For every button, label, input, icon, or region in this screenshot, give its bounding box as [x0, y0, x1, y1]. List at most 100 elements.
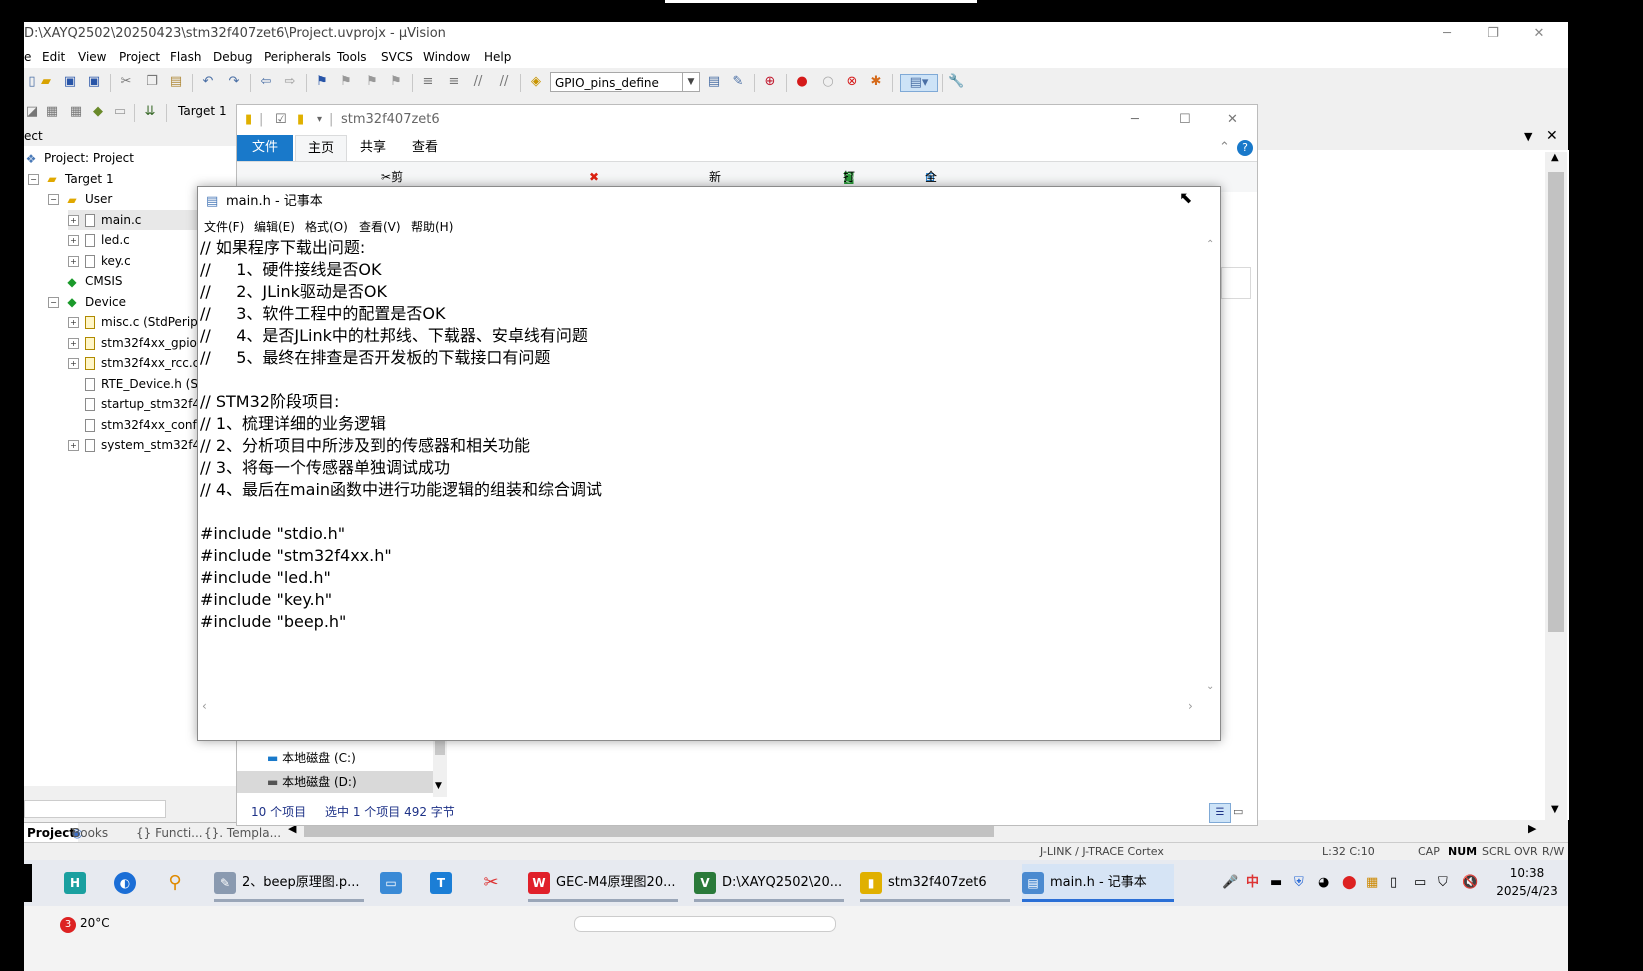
- taskbar-item-wps[interactable]: W GEC-M4原理图20...: [528, 864, 678, 902]
- cut-icon[interactable]: ✂: [118, 74, 134, 90]
- expand-icon[interactable]: +: [68, 440, 79, 451]
- tree-item[interactable]: + stm32f4xx_rcc.c: [68, 353, 199, 373]
- expand-icon[interactable]: +: [68, 214, 79, 226]
- tab-home[interactable]: 主页: [295, 135, 347, 161]
- notepad-text-area[interactable]: // 如果程序下载出问题: // 1、硬件接线是否OK // 2、JLink驱动是否…: [200, 237, 1202, 699]
- indent-icon[interactable]: ≡: [420, 74, 436, 90]
- collapse-icon[interactable]: −: [28, 173, 39, 185]
- tree-item[interactable]: + led.c: [68, 230, 130, 250]
- hscroll-thumb[interactable]: [304, 825, 994, 837]
- configure-icon[interactable]: 🔧: [948, 74, 964, 90]
- tree-item[interactable]: stm32f4xx_conf.: [68, 415, 200, 435]
- save-all-icon[interactable]: ▣: [86, 74, 102, 90]
- tray-icon-1[interactable]: ▬: [1270, 860, 1282, 906]
- close-button[interactable]: ✕: [1516, 22, 1562, 46]
- find-icon[interactable]: ▤: [706, 74, 722, 90]
- properties-icon[interactable]: ☑: [275, 105, 287, 135]
- menu-edit[interactable]: Edit: [42, 46, 65, 68]
- weather-widget[interactable]: 3 20°C: [60, 916, 110, 933]
- menu-file[interactable]: e: [24, 46, 31, 68]
- nav-drive-d[interactable]: ▬ 本地磁盘 (D:): [237, 771, 433, 793]
- taskbar-pin-6[interactable]: ✂: [480, 864, 508, 902]
- chevron-down-icon[interactable]: ▼: [682, 73, 699, 91]
- incremental-find-icon[interactable]: ✎: [730, 74, 746, 90]
- start-button[interactable]: [24, 864, 32, 902]
- comment-icon[interactable]: //: [470, 74, 486, 90]
- save-icon[interactable]: ▣: [62, 74, 78, 90]
- tree-item[interactable]: ❖ Project: Project: [24, 148, 134, 168]
- scroll-right-icon[interactable]: ›: [1188, 699, 1193, 713]
- scroll-down-icon[interactable]: ⌄: [1206, 681, 1214, 692]
- tree-item[interactable]: + key.c: [68, 251, 131, 271]
- taskbar-item-notepad[interactable]: ▤ main.h - 记事本: [1022, 864, 1174, 902]
- details-view-icon[interactable]: ☰: [1209, 803, 1231, 823]
- help-icon[interactable]: ?: [1237, 140, 1253, 156]
- explorer-minimize-button[interactable]: ─: [1131, 105, 1139, 135]
- notepad-vscrollbar[interactable]: ⌃ ⌄: [1202, 237, 1220, 699]
- collapse-icon[interactable]: −: [48, 194, 59, 205]
- download-icon[interactable]: ⇊: [142, 104, 158, 120]
- tray-icon-3[interactable]: ▦: [1366, 860, 1378, 906]
- window-layout-icon[interactable]: ▤▾: [900, 74, 938, 92]
- battery-icon[interactable]: ▯: [1390, 860, 1397, 906]
- tab-share[interactable]: 共享: [347, 135, 399, 161]
- restore-button[interactable]: ❐: [1470, 22, 1516, 46]
- np-menu-edit[interactable]: 编辑(E): [254, 217, 295, 237]
- clock[interactable]: 10:38 2025/4/23: [1492, 864, 1562, 900]
- tree-item[interactable]: ◆ CMSIS: [48, 271, 122, 291]
- tree-item[interactable]: − ▰ Target 1: [28, 169, 114, 189]
- editor-area[interactable]: [1256, 150, 1569, 820]
- menu-project[interactable]: Project: [119, 46, 160, 68]
- taskbar-pin-1[interactable]: H: [64, 864, 92, 902]
- tab-project[interactable]: Project: [24, 823, 79, 843]
- qq-icon[interactable]: ◕: [1318, 860, 1329, 906]
- scroll-up-icon[interactable]: ⌃: [1206, 239, 1214, 250]
- expand-icon[interactable]: +: [68, 317, 79, 328]
- explorer-maximize-button[interactable]: ☐: [1179, 105, 1191, 135]
- project-tree-scrollbar[interactable]: [24, 800, 166, 818]
- taskbar-pin-5[interactable]: T: [430, 864, 458, 902]
- menu-tools[interactable]: Tools: [337, 46, 367, 68]
- new-folder-icon[interactable]: ▮: [297, 105, 304, 135]
- bookmark-next-icon[interactable]: ⚑: [364, 74, 380, 90]
- tab-file[interactable]: 文件: [237, 135, 293, 161]
- taskbar-pin-3[interactable]: ⚲: [164, 864, 192, 902]
- nav-scrollbar[interactable]: ▼: [433, 741, 447, 797]
- menu-peripherals[interactable]: Peripherals: [264, 46, 331, 68]
- breakpoint-disable-icon[interactable]: ○: [820, 74, 836, 90]
- tab-functions[interactable]: {} Functi...: [136, 823, 203, 843]
- menu-help[interactable]: Help: [484, 46, 511, 68]
- bookmark-clear-icon[interactable]: ⚑: [388, 74, 404, 90]
- large-icons-view-icon[interactable]: ▭: [1233, 801, 1243, 823]
- editor-close-icon[interactable]: ✕: [1546, 128, 1558, 144]
- quick-access-dropdown-icon[interactable]: ▾: [317, 105, 322, 135]
- expand-icon[interactable]: +: [68, 235, 79, 246]
- menu-window[interactable]: Window: [423, 46, 470, 68]
- scroll-down-icon[interactable]: ▼: [1551, 804, 1559, 815]
- uncomment-icon[interactable]: //: [496, 74, 512, 90]
- expand-icon[interactable]: +: [68, 255, 79, 267]
- tree-item[interactable]: − ▰ User: [48, 189, 112, 209]
- tray-icon-2[interactable]: ⬤: [1342, 860, 1357, 906]
- nav-forward-icon[interactable]: ⇨: [282, 74, 298, 90]
- editor-vscrollbar[interactable]: ▲ ▼: [1545, 152, 1567, 820]
- find-combo[interactable]: GPIO_pins_define ▼: [550, 72, 700, 92]
- notepad-hscrollbar[interactable]: ‹ ›: [198, 699, 1202, 717]
- microphone-icon[interactable]: 🎤: [1222, 860, 1238, 906]
- stop-build-icon[interactable]: ▭: [112, 104, 128, 120]
- tab-templates[interactable]: {}. Templa...: [204, 823, 281, 843]
- scroll-up-icon[interactable]: ▲: [1551, 152, 1559, 163]
- np-menu-file[interactable]: 文件(F): [204, 217, 244, 237]
- ribbon-collapse-icon[interactable]: ⌃: [1219, 135, 1230, 161]
- expand-icon[interactable]: +: [68, 358, 79, 369]
- np-menu-view[interactable]: 查看(V): [359, 217, 401, 237]
- open-file-icon[interactable]: ▰: [38, 74, 54, 90]
- menu-debug[interactable]: Debug: [213, 46, 252, 68]
- tree-item[interactable]: RTE_Device.h (St: [68, 374, 203, 394]
- menu-view[interactable]: View: [78, 46, 106, 68]
- tree-item[interactable]: − ◆ Device: [48, 292, 126, 312]
- np-menu-help[interactable]: 帮助(H): [411, 217, 453, 237]
- breakpoint-icon[interactable]: ●: [794, 74, 810, 90]
- find-in-files-icon[interactable]: ◈: [528, 74, 544, 90]
- shield-icon[interactable]: ⛨: [1294, 860, 1304, 906]
